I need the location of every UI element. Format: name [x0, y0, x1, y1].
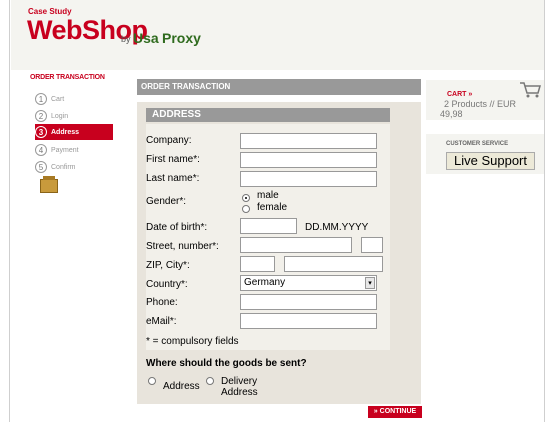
sidebar-item-login[interactable]: 2 Login: [35, 108, 113, 124]
page-title: ORDER TRANSACTION: [137, 79, 421, 95]
city-field[interactable]: [284, 256, 383, 272]
ship-to-delivery-label-1: Delivery: [221, 376, 258, 387]
logo-proxy: Proxy: [162, 30, 201, 46]
dob-field[interactable]: [240, 218, 297, 234]
cart-products: 2 Products // EUR: [444, 99, 517, 109]
chevron-down-icon[interactable]: ▾: [365, 277, 375, 289]
sidebar-title: ORDER TRANSACTION: [30, 74, 105, 81]
logo-by: by: [121, 34, 131, 44]
ship-to-delivery-label-2: Address: [221, 387, 258, 398]
last-name-label: Last name*:: [146, 173, 200, 184]
logo-usa: Usa: [133, 30, 159, 46]
ship-to-address-radio[interactable]: [148, 377, 156, 385]
step-number-icon: 2: [35, 110, 47, 122]
dob-format-hint: DD.MM.YYYY: [305, 222, 369, 233]
country-value: Germany: [244, 277, 286, 288]
first-name-field[interactable]: [240, 152, 377, 168]
sidebar-item-confirm[interactable]: 5 Confirm: [35, 159, 113, 175]
company-label: Company:: [146, 135, 192, 146]
cart-total: 49,98: [440, 109, 463, 119]
email-field[interactable]: [240, 313, 377, 329]
street-field[interactable]: [240, 237, 352, 253]
dob-label: Date of birth*:: [146, 222, 208, 233]
ship-to-delivery-radio[interactable]: [206, 377, 214, 385]
shopping-cart-icon[interactable]: [518, 80, 542, 98]
gender-label: Gender*:: [146, 196, 187, 207]
window-right-edge: [544, 0, 552, 422]
gender-female-radio[interactable]: [242, 205, 250, 213]
cart-link[interactable]: CART »: [447, 91, 472, 98]
section-title: ADDRESS: [146, 108, 390, 122]
cart-info: 2 Products // EUR 49,98: [440, 99, 542, 119]
sidebar-item-label: Login: [51, 112, 69, 120]
street-label: Street, number*:: [146, 241, 219, 252]
sidebar-item-label: Confirm: [51, 163, 76, 171]
sidebar-item-cart[interactable]: 1 Cart: [35, 91, 113, 107]
shipping-question: Where should the goods be sent?: [146, 358, 307, 369]
phone-label: Phone:: [146, 297, 178, 308]
sidebar-item-address[interactable]: 3 Address: [35, 124, 113, 140]
step-number-icon: 5: [35, 161, 47, 173]
sidebar-item-label: Cart: [51, 95, 65, 103]
first-name-label: First name*:: [146, 154, 200, 165]
house-number-field[interactable]: [361, 237, 383, 253]
last-name-field[interactable]: [240, 171, 377, 187]
country-label: Country*:: [146, 279, 188, 290]
email-label: eMail*:: [146, 316, 177, 327]
company-field[interactable]: [240, 133, 377, 149]
zip-field[interactable]: [240, 256, 275, 272]
step-number-icon: 1: [35, 93, 47, 105]
country-select[interactable]: Germany ▾: [240, 275, 377, 291]
live-support-button[interactable]: Live Support: [446, 152, 535, 170]
customer-service-title: CUSTOMER SERVICE: [446, 141, 509, 147]
sidebar-item-label: Payment: [51, 146, 79, 154]
ship-to-address-label: Address: [163, 381, 200, 392]
sidebar-item-label: Address: [51, 128, 80, 136]
gender-male-label: male: [257, 190, 279, 201]
zip-city-label: ZIP, City*:: [146, 260, 190, 271]
step-number-icon: 4: [35, 144, 47, 156]
gender-male-radio[interactable]: [242, 194, 250, 202]
compulsory-note: * = compulsory fields: [146, 336, 239, 347]
step-number-icon: 3: [35, 126, 47, 138]
sidebar-item-payment[interactable]: 4 Payment: [35, 142, 113, 158]
window-left-edge: [0, 0, 10, 422]
continue-button[interactable]: » CONTINUE: [368, 406, 422, 418]
phone-field[interactable]: [240, 294, 377, 310]
package-icon: [40, 176, 58, 193]
gender-female-label: female: [257, 202, 288, 213]
